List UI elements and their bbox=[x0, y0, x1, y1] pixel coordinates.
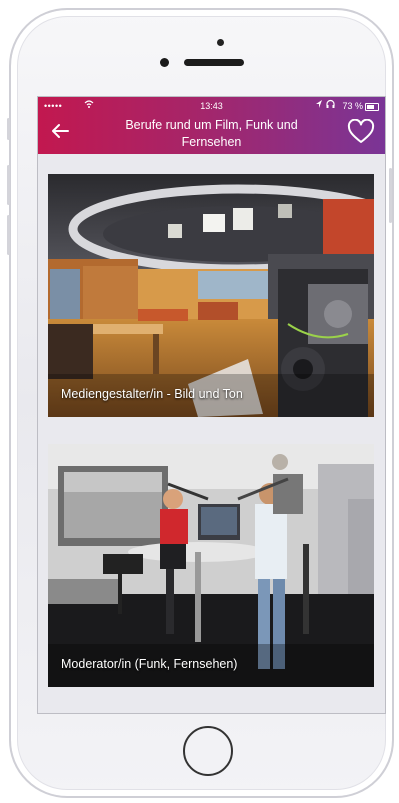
app-header: ••••• 13:43 73 % Berufe rund um Film, Fu… bbox=[38, 97, 385, 154]
mute-switch bbox=[7, 118, 10, 140]
page-title: Berufe rund um Film, Funk und Fernsehen bbox=[125, 118, 298, 149]
radio-studio-photo bbox=[48, 444, 374, 687]
battery-icon bbox=[365, 103, 379, 111]
favorite-button[interactable] bbox=[347, 118, 375, 145]
volume-down-button bbox=[7, 215, 10, 255]
home-button[interactable] bbox=[183, 726, 233, 776]
power-button bbox=[389, 168, 392, 223]
proximity-sensor bbox=[160, 58, 169, 67]
arrow-left-icon bbox=[52, 124, 69, 138]
back-button[interactable] bbox=[48, 119, 72, 143]
job-card-mediengestalter[interactable]: Mediengestalter/in - Bild und Ton bbox=[48, 174, 374, 417]
earpiece-speaker bbox=[184, 59, 244, 66]
app-screen: ••••• 13:43 73 % Berufe rund um Film, Fu… bbox=[37, 96, 386, 714]
job-card-moderator[interactable]: Moderator/in (Funk, Fernsehen) bbox=[48, 444, 374, 687]
location-icon bbox=[315, 99, 323, 113]
card-label: Moderator/in (Funk, Fernsehen) bbox=[61, 657, 238, 671]
card-label: Mediengestalter/in - Bild und Ton bbox=[61, 387, 243, 401]
heart-outline-icon bbox=[347, 118, 375, 143]
tv-studio-photo bbox=[48, 174, 374, 417]
status-bar: ••••• 13:43 73 % bbox=[38, 99, 385, 113]
battery-percent: 73 % bbox=[342, 101, 363, 111]
volume-up-button bbox=[7, 165, 10, 205]
headphones-icon bbox=[326, 99, 335, 113]
front-camera bbox=[217, 39, 224, 46]
